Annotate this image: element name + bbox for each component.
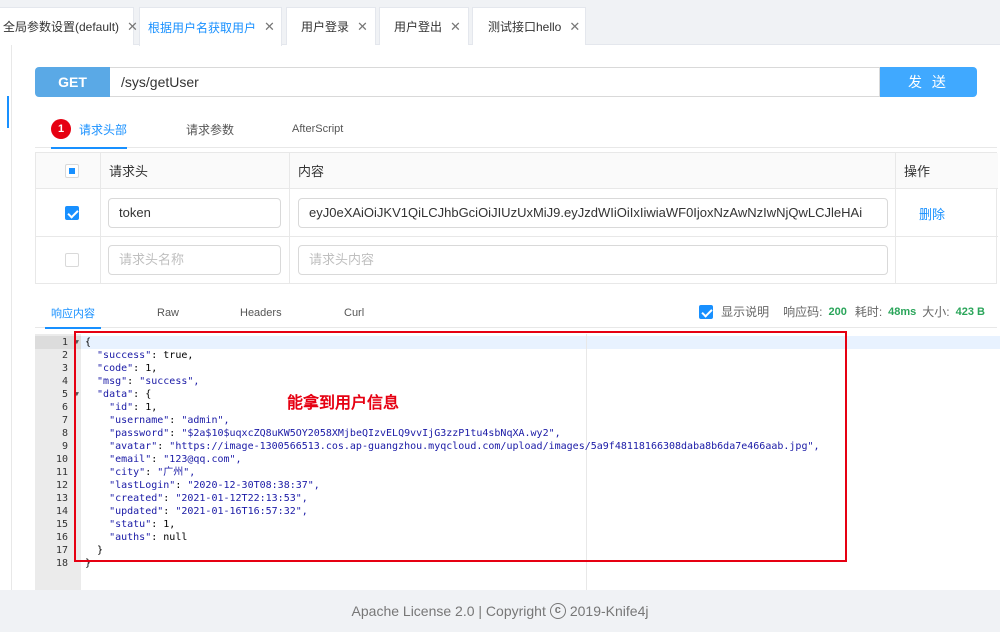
tab-label: Raw xyxy=(157,307,179,319)
tab-response-curl[interactable]: Curl xyxy=(344,298,364,328)
column-header-label: 内容 xyxy=(298,161,324,180)
close-icon[interactable]: ✕ xyxy=(264,19,275,35)
close-icon[interactable]: ✕ xyxy=(357,19,368,35)
table-row-action-cell: 删除 xyxy=(896,189,998,237)
size-value: 423 B xyxy=(956,306,985,318)
tab-label: 用户登录 xyxy=(301,18,349,35)
tab-label: 用户登出 xyxy=(394,18,442,35)
table-row-name-cell: token xyxy=(101,189,290,237)
step-badge: 1 xyxy=(51,119,71,139)
row-checkbox[interactable] xyxy=(65,206,79,220)
api-debug-page: 全局参数设置(default) ✕ 根据用户名获取用户 ✕ 用户登录 ✕ 用户登… xyxy=(0,0,1000,632)
tab-response-content[interactable]: 响应内容 xyxy=(51,298,95,328)
tab-label: 请求头部 xyxy=(79,121,127,138)
tab-response-headers[interactable]: Headers xyxy=(240,298,282,328)
tab-test-hello[interactable]: 测试接口hello ✕ xyxy=(472,7,586,45)
show-description-checkbox[interactable] xyxy=(699,305,713,319)
tab-request-params[interactable]: 请求参数 xyxy=(186,110,234,148)
new-row-name-cell: 请求头名称 xyxy=(101,237,290,283)
footer-year: 2019- xyxy=(570,603,606,619)
tab-response-raw[interactable]: Raw xyxy=(157,298,179,328)
tab-request-headers[interactable]: 1 请求头部 xyxy=(51,110,127,148)
highlight-box xyxy=(74,331,847,562)
close-icon[interactable]: ✕ xyxy=(569,19,580,35)
tab-label: Curl xyxy=(344,307,364,319)
new-header-value-input[interactable]: 请求头内容 xyxy=(298,245,888,275)
request-tabs: 1 请求头部 请求参数 AfterScript xyxy=(35,110,997,148)
status-code-label: 响应码: xyxy=(783,303,822,320)
time-label: 耗时: xyxy=(855,303,882,320)
footer-license: Apache License 2.0 | Copyright xyxy=(352,603,546,619)
active-tab-indicator xyxy=(45,327,101,329)
tab-label: AfterScript xyxy=(292,123,343,135)
time-value: 48ms xyxy=(888,306,916,318)
response-stats: 显示说明 响应码: 200 耗时: 48ms 大小: 423 B xyxy=(699,303,985,320)
request-url-bar: GET /sys/getUser 发 送 xyxy=(35,67,977,97)
tab-label: 根据用户名获取用户 xyxy=(148,19,256,36)
copyright-icon: c xyxy=(550,603,566,619)
delete-link[interactable]: 删除 xyxy=(919,204,945,223)
close-icon[interactable]: ✕ xyxy=(450,19,461,35)
close-icon[interactable]: ✕ xyxy=(127,19,138,35)
new-header-name-input[interactable]: 请求头名称 xyxy=(108,245,281,275)
tab-user-login[interactable]: 用户登录 ✕ xyxy=(286,7,376,45)
request-headers-table: 请求头 内容 操作 token eyJ0eXAiOiJKV1QiLCJhbGci… xyxy=(35,152,997,284)
column-header-content: 内容 xyxy=(290,153,896,189)
tab-label: 测试接口hello xyxy=(488,18,561,35)
active-tab-indicator xyxy=(51,147,127,149)
new-row-checkbox[interactable] xyxy=(65,253,79,267)
tab-label: Headers xyxy=(240,307,282,319)
new-row-value-cell: 请求头内容 xyxy=(290,237,896,283)
tab-label: 全局参数设置(default) xyxy=(3,18,119,35)
tab-after-script[interactable]: AfterScript xyxy=(292,110,343,148)
column-header-name: 请求头 xyxy=(101,153,290,189)
status-code-value: 200 xyxy=(828,306,846,318)
annotation-text: 能拿到用户信息 xyxy=(287,389,399,413)
header-name-input[interactable]: token xyxy=(108,198,281,228)
column-header-action: 操作 xyxy=(896,153,998,189)
tab-global-params[interactable]: 全局参数设置(default) ✕ xyxy=(0,7,134,45)
http-method-badge: GET xyxy=(35,67,110,97)
table-row-checkbox-cell xyxy=(36,189,101,237)
column-header-label: 请求头 xyxy=(109,161,148,180)
tab-user-logout[interactable]: 用户登出 ✕ xyxy=(379,7,469,45)
size-label: 大小: xyxy=(922,303,949,320)
show-description-label: 显示说明 xyxy=(721,303,769,320)
response-tabs: 响应内容 Raw Headers Curl 显示说明 响应码: 200 耗时: … xyxy=(35,298,997,328)
select-all-checkbox[interactable] xyxy=(65,164,79,178)
url-input[interactable]: /sys/getUser xyxy=(110,67,880,97)
left-rail xyxy=(0,45,12,591)
table-row-value-cell: eyJ0eXAiOiJKV1QiLCJhbGciOiJIUzUxMiJ9.eyJ… xyxy=(290,189,896,237)
tab-label: 请求参数 xyxy=(186,121,234,138)
footer-brand: Knife4j xyxy=(606,603,649,619)
send-button[interactable]: 发 送 xyxy=(880,67,977,97)
rail-active-marker xyxy=(7,96,9,128)
new-row-checkbox-cell xyxy=(36,237,101,283)
tab-get-user-by-name[interactable]: 根据用户名获取用户 ✕ xyxy=(139,7,282,46)
document-tab-bar: 全局参数设置(default) ✕ 根据用户名获取用户 ✕ 用户登录 ✕ 用户登… xyxy=(0,0,1000,45)
header-value-input[interactable]: eyJ0eXAiOiJKV1QiLCJhbGciOiJIUzUxMiJ9.eyJ… xyxy=(298,198,888,228)
footer: Apache License 2.0 | Copyright c 2019- K… xyxy=(0,590,1000,632)
column-header-label: 操作 xyxy=(904,161,930,180)
tab-label: 响应内容 xyxy=(51,305,95,321)
select-all-cell xyxy=(36,153,101,189)
